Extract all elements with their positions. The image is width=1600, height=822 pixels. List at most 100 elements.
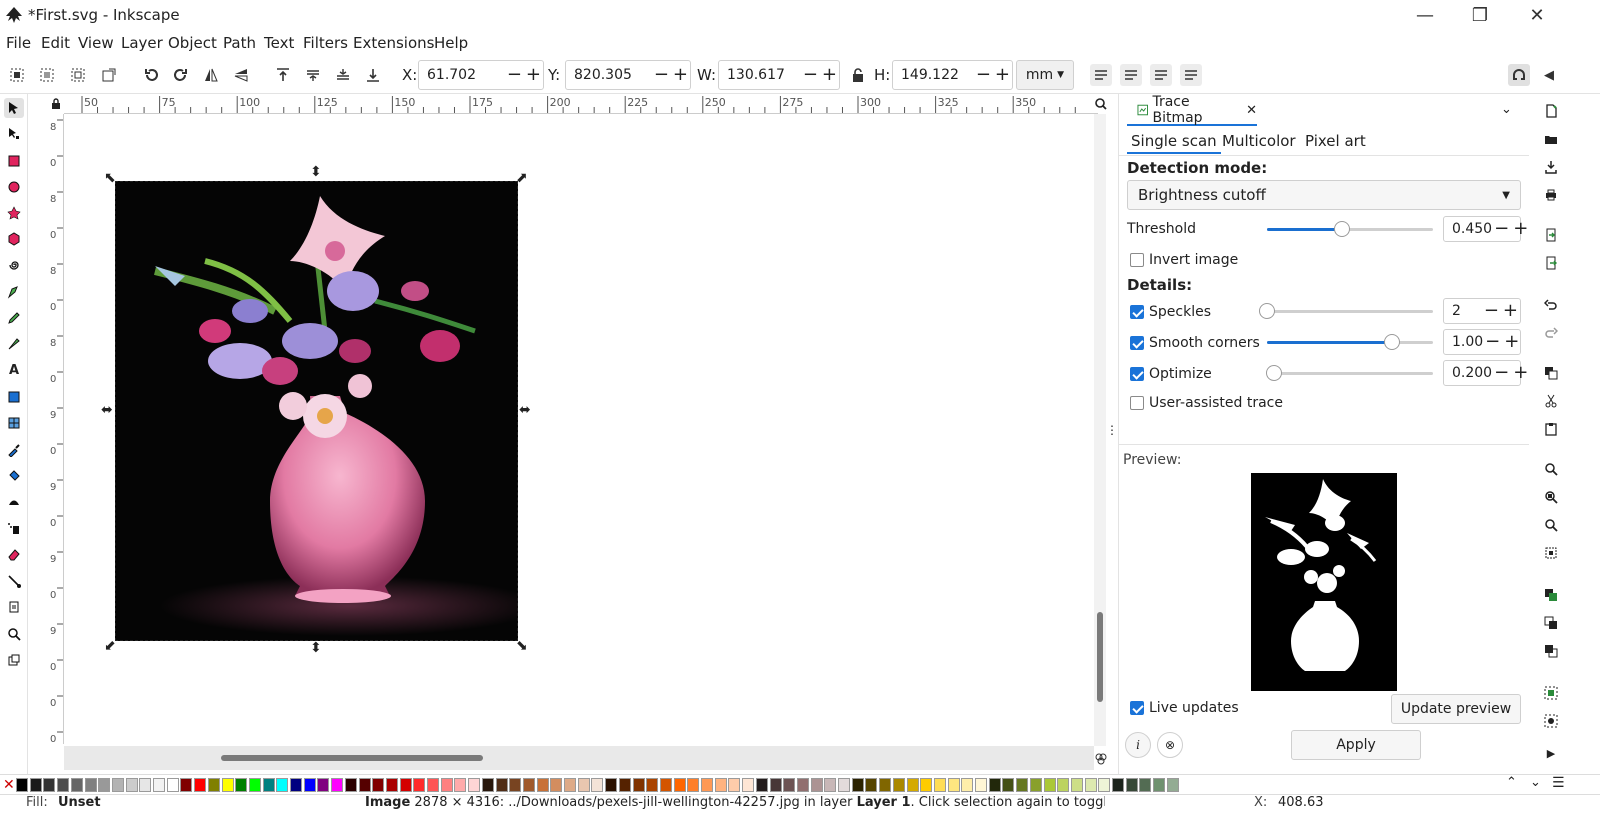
transform-patterns-icon[interactable] [1180, 64, 1202, 86]
palette-swatch[interactable] [372, 778, 385, 792]
live-updates-checkbox[interactable] [1130, 701, 1144, 715]
3d-box-tool-icon[interactable] [4, 229, 24, 249]
optimize-value[interactable]: 0.200 [1444, 365, 1492, 381]
h-increment-icon[interactable]: + [993, 66, 1012, 84]
palette-swatch[interactable] [618, 778, 631, 792]
close-tab-icon[interactable]: ✕ [1246, 103, 1257, 118]
menu-view[interactable]: View [78, 34, 114, 52]
rotate-ccw-icon[interactable] [140, 64, 162, 86]
transform-gradients-icon[interactable] [1150, 64, 1172, 86]
palette-swatch[interactable] [1166, 778, 1179, 792]
palette-swatch[interactable] [358, 778, 371, 792]
mesh-tool-icon[interactable] [4, 413, 24, 433]
subtab-single-scan[interactable]: Single scan [1127, 132, 1221, 154]
palette-swatch[interactable] [865, 778, 878, 792]
palette-swatch[interactable] [139, 778, 152, 792]
palette-swatch[interactable] [413, 778, 426, 792]
scale-handle-ne-icon[interactable]: ⬈ [516, 170, 528, 186]
speckles-decrement-icon[interactable]: − [1482, 302, 1501, 320]
palette-swatch[interactable] [1125, 778, 1138, 792]
smooth-corners-decrement-icon[interactable]: − [1483, 333, 1502, 351]
speckles-slider-knob[interactable] [1259, 303, 1275, 319]
scale-corners-icon[interactable] [1120, 64, 1142, 86]
palette-swatch[interactable] [947, 778, 960, 792]
palette-swatch[interactable] [646, 778, 659, 792]
palette-swatch[interactable] [57, 778, 70, 792]
menu-layer[interactable]: Layer [121, 34, 163, 52]
palette-swatch[interactable] [769, 778, 782, 792]
palette-swatch[interactable] [153, 778, 165, 792]
lower-to-bottom-icon[interactable] [362, 64, 384, 86]
abort-icon[interactable]: ⊗ [1157, 732, 1183, 758]
palette-menu-icon[interactable]: ☰ [1552, 775, 1565, 791]
palette-swatch[interactable] [385, 778, 398, 792]
threshold-spin[interactable]: 0.450− + [1443, 216, 1528, 242]
spray-tool-icon[interactable] [4, 518, 24, 538]
palette-swatch[interactable] [207, 778, 220, 792]
eraser-tool-icon[interactable] [4, 544, 24, 564]
palette-swatch[interactable] [550, 778, 563, 792]
palette-swatch[interactable] [454, 778, 467, 792]
menu-file[interactable]: File [6, 34, 31, 52]
menu-object[interactable]: Object [168, 34, 217, 52]
y-input[interactable] [566, 67, 652, 83]
smooth-corners-slider[interactable] [1267, 334, 1433, 350]
palette-swatch[interactable] [536, 778, 549, 792]
palette-swatch[interactable] [1057, 778, 1070, 792]
zoom-drawing-icon[interactable] [1542, 488, 1560, 506]
palette-swatch[interactable] [879, 778, 892, 792]
speckles-slider[interactable] [1259, 303, 1433, 319]
palette-swatch[interactable] [1070, 778, 1083, 792]
vertical-scroll-thumb[interactable] [1097, 612, 1103, 702]
rectangle-tool-icon[interactable] [4, 151, 24, 171]
lower-icon[interactable] [332, 64, 354, 86]
optimize-option[interactable]: Optimize [1130, 366, 1212, 382]
scale-stroke-icon[interactable] [1090, 64, 1112, 86]
palette-swatch[interactable] [317, 778, 330, 792]
optimize-spin[interactable]: 0.200− + [1443, 360, 1528, 386]
palette-swatch[interactable] [166, 778, 179, 792]
menu-text[interactable]: Text [264, 34, 294, 52]
optimize-slider-knob[interactable] [1265, 365, 1282, 381]
calligraphy-tool-icon[interactable] [4, 334, 24, 354]
y-increment-icon[interactable]: + [671, 66, 690, 84]
palette-swatch[interactable] [714, 778, 727, 792]
canvas[interactable]: ⬉ ⬍ ⬈ ⬌ ⬌ ⬋ ⬍ ⬊ [64, 114, 1094, 746]
palette-swatch[interactable] [331, 778, 344, 792]
palette-swatch[interactable] [783, 778, 796, 792]
text-tool-icon[interactable]: A [4, 360, 24, 380]
palette-swatch[interactable] [495, 778, 508, 792]
palette-swatch[interactable] [728, 778, 741, 792]
unlink-clone-icon[interactable] [1542, 642, 1560, 660]
update-preview-button[interactable]: Update preview [1391, 694, 1521, 724]
zoom-corner-icon[interactable] [1094, 94, 1108, 114]
apply-button[interactable]: Apply [1291, 730, 1421, 760]
h-input[interactable] [893, 67, 974, 83]
deselect-icon[interactable] [67, 64, 89, 86]
user-assisted-checkbox[interactable] [1130, 396, 1144, 410]
w-decrement-icon[interactable]: − [801, 66, 820, 84]
w-field[interactable]: −+ [718, 60, 840, 90]
palette-swatch[interactable] [824, 778, 837, 792]
palette-swatch[interactable] [399, 778, 412, 792]
palette-swatch[interactable] [440, 778, 453, 792]
optimize-slider[interactable] [1265, 365, 1433, 381]
no-paint-swatch[interactable]: ✕ [3, 777, 15, 793]
spiral-tool-icon[interactable] [4, 255, 24, 275]
w-increment-icon[interactable]: + [820, 66, 839, 84]
palette-swatch[interactable] [892, 778, 905, 792]
menu-help[interactable]: Help [434, 34, 468, 52]
invert-image-option[interactable]: Invert image [1130, 252, 1238, 268]
palette-swatch[interactable] [1016, 778, 1029, 792]
palette-swatch[interactable] [43, 778, 56, 792]
threshold-value[interactable]: 0.450 [1444, 221, 1492, 237]
palette-swatch[interactable] [1029, 778, 1042, 792]
palette-swatch[interactable] [29, 778, 42, 792]
palette-swatch[interactable] [933, 778, 946, 792]
palette-swatch[interactable] [1084, 778, 1097, 792]
speckles-option[interactable]: Speckles [1130, 304, 1211, 320]
scale-handle-sw-icon[interactable]: ⬋ [104, 638, 116, 654]
undo-icon[interactable] [1542, 296, 1560, 314]
palette-swatch[interactable] [838, 778, 850, 792]
palette-swatch[interactable] [591, 778, 604, 792]
